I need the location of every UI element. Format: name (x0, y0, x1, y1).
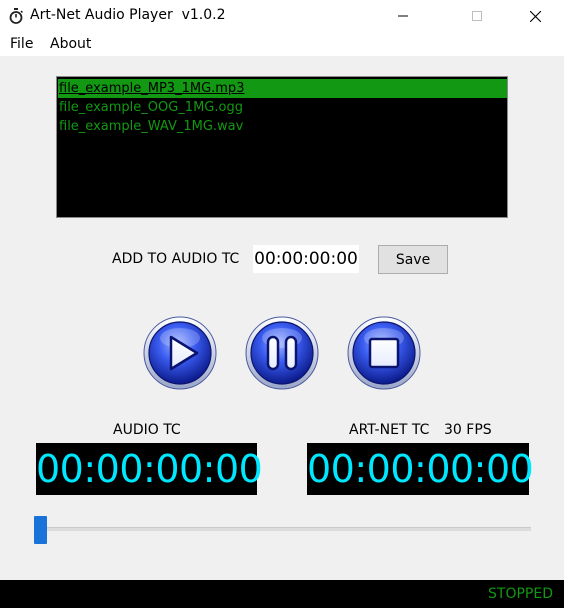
add-to-audio-tc-label: ADD TO AUDIO TC (112, 251, 240, 267)
position-slider-thumb[interactable] (34, 516, 47, 544)
minimize-icon (398, 15, 408, 17)
artnet-tc-display: 00:00:00:00 (307, 443, 534, 495)
audio-tc-label: AUDIO TC (113, 422, 181, 438)
playlist-item[interactable]: file_example_MP3_1MG.mp3 (58, 79, 507, 98)
artnet-tc-label: ART-NET TC (349, 422, 430, 438)
play-icon (143, 316, 217, 390)
menu-bar: File About (0, 32, 564, 56)
menu-about[interactable]: About (50, 36, 91, 52)
stopwatch-icon (9, 8, 24, 24)
maximize-button (454, 0, 500, 32)
title-bar: Art-Net Audio Player v1.0.2 (0, 0, 564, 32)
pause-button[interactable] (245, 316, 319, 390)
minimize-button[interactable] (380, 0, 426, 32)
status-text: STOPPED (488, 586, 553, 602)
pause-icon (245, 316, 319, 390)
maximize-icon (472, 11, 482, 21)
stop-button[interactable] (347, 316, 421, 390)
play-button[interactable] (143, 316, 217, 390)
close-icon (529, 10, 541, 22)
window-title: Art-Net Audio Player v1.0.2 (30, 7, 226, 23)
menu-file[interactable]: File (10, 36, 33, 52)
stop-icon (347, 316, 421, 390)
playlist-item[interactable]: file_example_OOG_1MG.ogg (58, 98, 243, 117)
add-tc-input[interactable] (253, 245, 359, 273)
position-slider-track[interactable] (34, 527, 531, 531)
fps-label: 30 FPS (444, 422, 492, 438)
audio-tc-display: 00:00:00:00 (36, 443, 263, 495)
status-bar: STOPPED (0, 580, 564, 608)
close-button[interactable] (512, 0, 558, 32)
playlist[interactable]: file_example_MP3_1MG.mp3 file_example_OO… (56, 76, 508, 218)
save-button[interactable]: Save (378, 245, 448, 274)
playlist-item[interactable]: file_example_WAV_1MG.wav (58, 117, 243, 136)
